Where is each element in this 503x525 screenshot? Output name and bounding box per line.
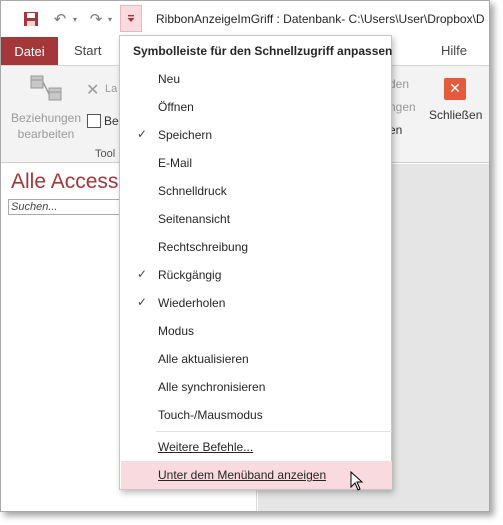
menu-item-neu[interactable]: Neu [121,65,392,93]
close-button-label[interactable]: Schließen [429,108,482,122]
menu-item-touch-mausmodus[interactable]: Touch-/Mausmodus [121,401,392,429]
tab-hilfe[interactable]: Hilfe [441,43,467,58]
menu-item-label: Alle aktualisieren [158,352,249,366]
menu-item-modus[interactable]: Modus [121,317,392,345]
tab-datei[interactable]: Datei [1,37,58,65]
menu-item-rueckgaengig[interactable]: ✓ Rückgängig [121,261,392,289]
menu-item-alle-synchronisieren[interactable]: Alle synchronisieren [121,373,392,401]
access-window: ↶ ▾ ↷ ▾ RibbonAnzeigeImGriff : Datenbank… [0,0,490,512]
delete-button-label[interactable]: La [105,83,117,95]
nav-pane-title[interactable]: Alle Access- [11,170,125,194]
object-icon[interactable] [87,114,101,128]
menu-item-label: Neu [158,72,181,86]
ribbon-text-1: den [389,77,410,91]
mouse-cursor-icon [350,471,364,491]
ribbon-text-2: ngen [389,100,416,114]
menu-item-seitenansicht[interactable]: Seitenansicht [121,205,392,233]
undo-dropdown-icon[interactable]: ▾ [70,9,80,29]
menu-item-alle-aktualisieren[interactable]: Alle aktualisieren [121,345,392,373]
menu-item-label: Unter dem Menüband anzeigen [158,468,327,482]
window-title: RibbonAnzeigeImGriff : Datenbank- C:\Use… [156,12,485,26]
menu-item-label: Alle synchronisieren [158,380,266,394]
tab-start[interactable]: Start [74,43,101,58]
delete-icon[interactable]: ✕ [86,80,99,99]
menu-item-label: Öffnen [158,100,194,114]
menu-item-rechtschreibung[interactable]: Rechtschreibung [121,233,392,261]
object-button-label[interactable]: Be [104,114,119,128]
redo-icon[interactable]: ↷ [87,9,105,29]
menu-header: Symbolleiste für den Schnellzugriff anpa… [133,44,393,58]
group-label-tools: Tool [95,148,116,160]
redo-dropdown-icon[interactable]: ▾ [105,9,115,29]
customize-quick-access-menu: Symbolleiste für den Schnellzugriff anpa… [119,35,392,490]
menu-item-oeffnen[interactable]: Öffnen [121,93,392,121]
checkmark-icon: ✓ [137,267,148,281]
menu-item-label: Wiederholen [158,296,226,310]
menu-item-email[interactable]: E-Mail [121,149,392,177]
menu-item-label: E-Mail [158,156,193,170]
menu-item-wiederholen[interactable]: ✓ Wiederholen [121,289,392,317]
menu-item-label: Seitenansicht [158,212,231,226]
undo-icon[interactable]: ↶ [51,9,69,29]
menu-item-label: Modus [158,324,195,338]
close-icon[interactable]: ✕ [444,78,466,100]
menu-item-label: Schnelldruck [158,184,227,198]
menu-item-label: Weitere Befehle... [158,440,254,454]
menu-item-speichern[interactable]: ✓ Speichern [121,121,392,149]
relationships-label-line-2: bearbeiten [17,127,75,141]
menu-item-weitere-befehle[interactable]: Weitere Befehle... [121,433,392,461]
menu-item-label: Touch-/Mausmodus [158,408,263,422]
relationships-label-line-1: Beziehungen [10,111,82,125]
menu-item-label: Rechtschreibung [158,240,249,254]
checkmark-icon: ✓ [137,295,148,309]
menu-item-label: Speichern [158,128,213,142]
checkmark-icon: ✓ [137,127,148,141]
relationships-button-label[interactable]: Beziehungen bearbeiten [5,110,87,142]
relationships-icon[interactable] [29,74,65,108]
menu-item-schnelldruck[interactable]: Schnelldruck [121,177,392,205]
customize-quick-access-dropdown-icon[interactable] [120,5,142,32]
save-icon[interactable] [21,9,41,29]
menu-item-label: Rückgängig [158,268,222,282]
title-bar: ↶ ▾ ↷ ▾ RibbonAnzeigeImGriff : Datenbank… [1,1,489,37]
menu-separator [156,431,392,432]
